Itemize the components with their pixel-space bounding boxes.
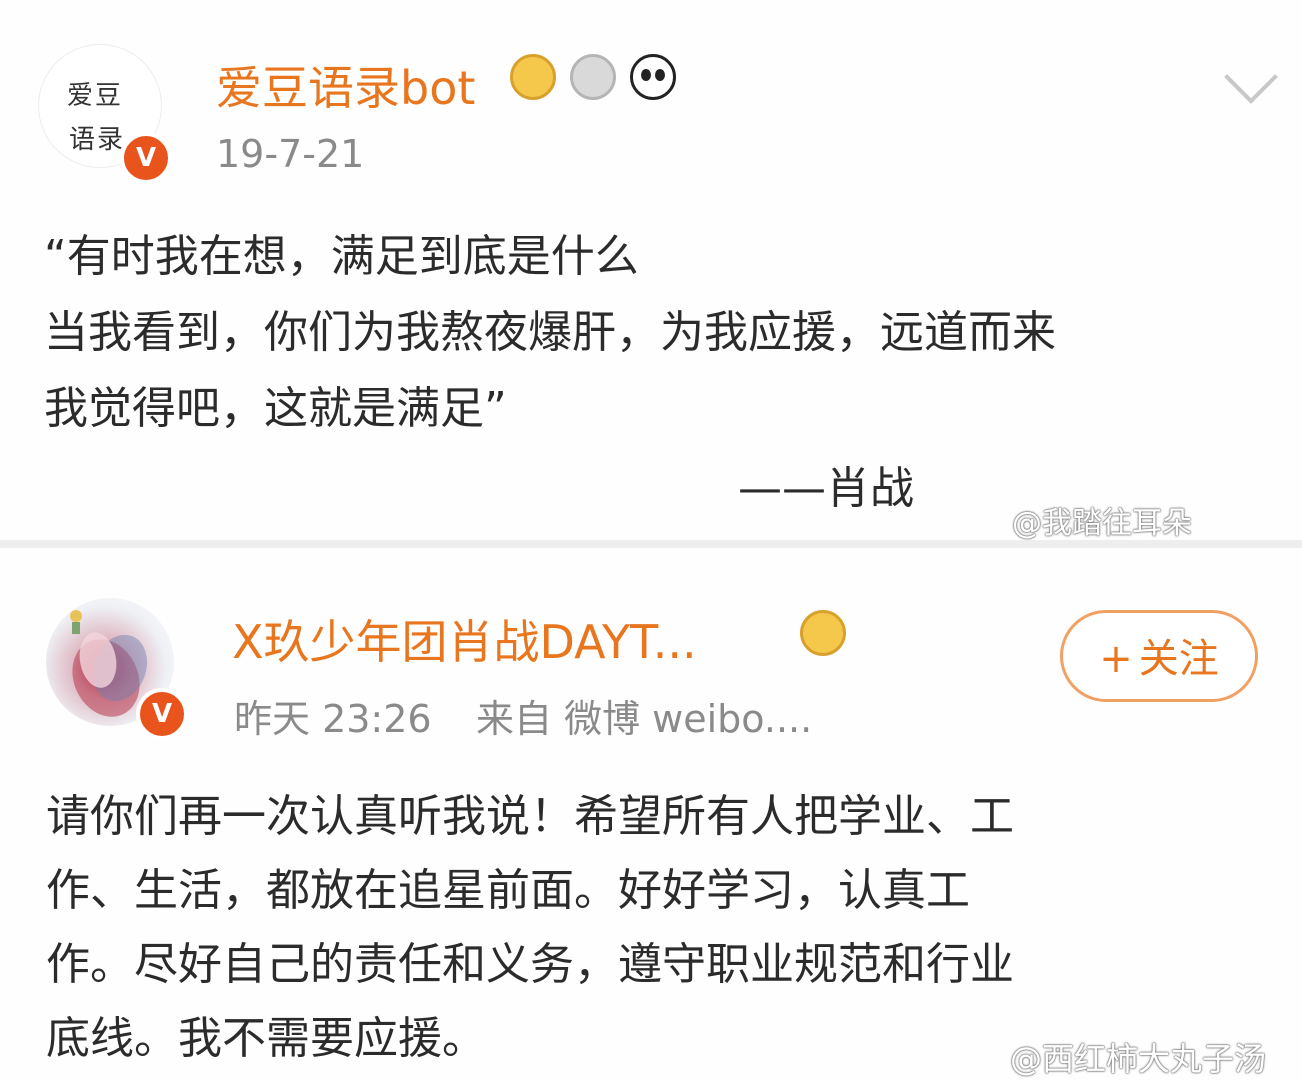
signature: ——肖战 [738, 463, 914, 514]
post-body-line: “有时我在想，满足到底是什么 [44, 231, 639, 282]
panda-icon[interactable] [630, 54, 676, 100]
post-date: 19-7-21 [216, 132, 365, 176]
post-card-2: V X玖少年团肖战DAYT... 昨天 23:26 来自 微博 weibo...… [0, 548, 1302, 1080]
post-body-line: 请你们再一次认真听我说！希望所有人把学业、工 [46, 791, 1014, 842]
post-body-line: 作。尽好自己的责任和义务，遵守职业规范和行业 [46, 939, 1014, 990]
verified-icon: V [120, 132, 172, 184]
medal-icon[interactable] [570, 54, 616, 100]
avatar-text-line1: 爱豆 [67, 81, 124, 111]
verified-icon: V [136, 688, 188, 740]
crown-icon[interactable] [510, 54, 556, 100]
chevron-down-icon[interactable] [1224, 50, 1278, 104]
post-body-line: 当我看到，你们为我熬夜爆肝，为我应援，远道而来 [44, 307, 1056, 358]
follow-button[interactable]: + 关注 [1060, 610, 1258, 702]
post-source[interactable]: 来自 微博 weibo.... [476, 688, 812, 743]
weibo-watermark: @我踏往耳朵 [1012, 506, 1192, 541]
username[interactable]: X玖少年团肖战DAYT... [232, 606, 697, 672]
post-time: 昨天 23:26 [234, 697, 432, 741]
post-body-line: 作、生活，都放在追星前面。好好学习，认真工 [46, 865, 970, 916]
post-card-1: 爱豆 语录 V 爱豆语录bot 19-7-21 “有时我在想，满足到底是什么 当… [0, 0, 1302, 541]
post-body-line: 我觉得吧，这就是满足” [44, 383, 507, 434]
crown-icon[interactable] [800, 610, 846, 656]
avatar-text-line2: 语录 [69, 125, 126, 155]
follow-label: 关注 [1138, 636, 1219, 682]
divider [0, 540, 1302, 548]
plus-icon: + [1099, 636, 1133, 682]
post-body-line: 底线。我不需要应援。 [46, 1013, 486, 1064]
username[interactable]: 爱豆语录bot [216, 52, 475, 118]
weibo-watermark: @西红柿大丸子汤 [1010, 1040, 1267, 1078]
